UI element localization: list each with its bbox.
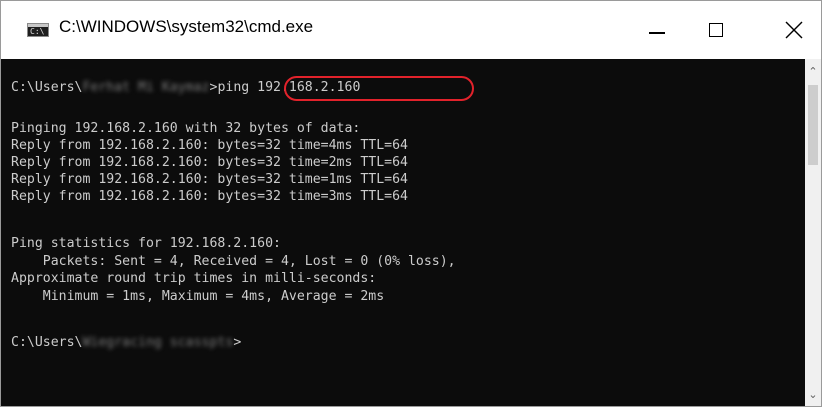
cmd-app-icon[interactable]: C:\ bbox=[27, 23, 49, 37]
output-line: Reply from 192.168.2.160: bytes=32 time=… bbox=[11, 189, 408, 204]
window-title: C:\WINDOWS\system32\cmd.exe bbox=[59, 17, 314, 36]
cmd-window: C:\ C:\WINDOWS\system32\cmd.exe C:\Users… bbox=[0, 0, 822, 407]
scroll-up-icon[interactable]: ⌃ bbox=[805, 63, 821, 81]
redacted-username: Ferhat Mi Kaymaz bbox=[82, 80, 210, 95]
close-button[interactable] bbox=[757, 1, 815, 59]
output-line: Reply from 192.168.2.160: bytes=32 time=… bbox=[11, 138, 408, 153]
redacted-username: Wiegracing scasspts bbox=[82, 335, 234, 350]
maximize-icon bbox=[709, 23, 723, 37]
scroll-down-icon[interactable]: ⌄ bbox=[805, 386, 821, 404]
output-line: Approximate round trip times in milli-se… bbox=[11, 271, 377, 286]
output-line: Minimum = 1ms, Maximum = 4ms, Average = … bbox=[11, 289, 385, 304]
prompt-path: C:\Users\ bbox=[11, 80, 83, 95]
output-line: Packets: Sent = 4, Received = 4, Lost = … bbox=[11, 254, 456, 269]
minimize-button[interactable] bbox=[629, 1, 687, 59]
prompt-path: C:\Users\ bbox=[11, 335, 83, 350]
output-line: Reply from 192.168.2.160: bytes=32 time=… bbox=[11, 155, 408, 170]
title-bar[interactable]: C:\ C:\WINDOWS\system32\cmd.exe bbox=[1, 1, 821, 59]
prompt-caret: > bbox=[233, 335, 242, 350]
minimize-icon bbox=[649, 32, 665, 34]
prompt-line: C:\Users\Wiegracing scasspts> bbox=[11, 335, 241, 351]
output-line: Pinging 192.168.2.160 with 32 bytes of d… bbox=[11, 121, 361, 136]
scrollbar-thumb[interactable] bbox=[808, 85, 818, 165]
command-highlight-circle bbox=[284, 76, 474, 101]
close-icon bbox=[785, 21, 803, 39]
output-line: Reply from 192.168.2.160: bytes=32 time=… bbox=[11, 172, 408, 187]
console-output[interactable]: C:\Users\Ferhat Mi Kaymaz>ping 192.168.2… bbox=[1, 59, 805, 406]
vertical-scrollbar[interactable]: ⌃ ⌄ bbox=[805, 59, 821, 406]
output-line: Ping statistics for 192.168.2.160: bbox=[11, 236, 281, 251]
maximize-button[interactable] bbox=[687, 1, 745, 59]
